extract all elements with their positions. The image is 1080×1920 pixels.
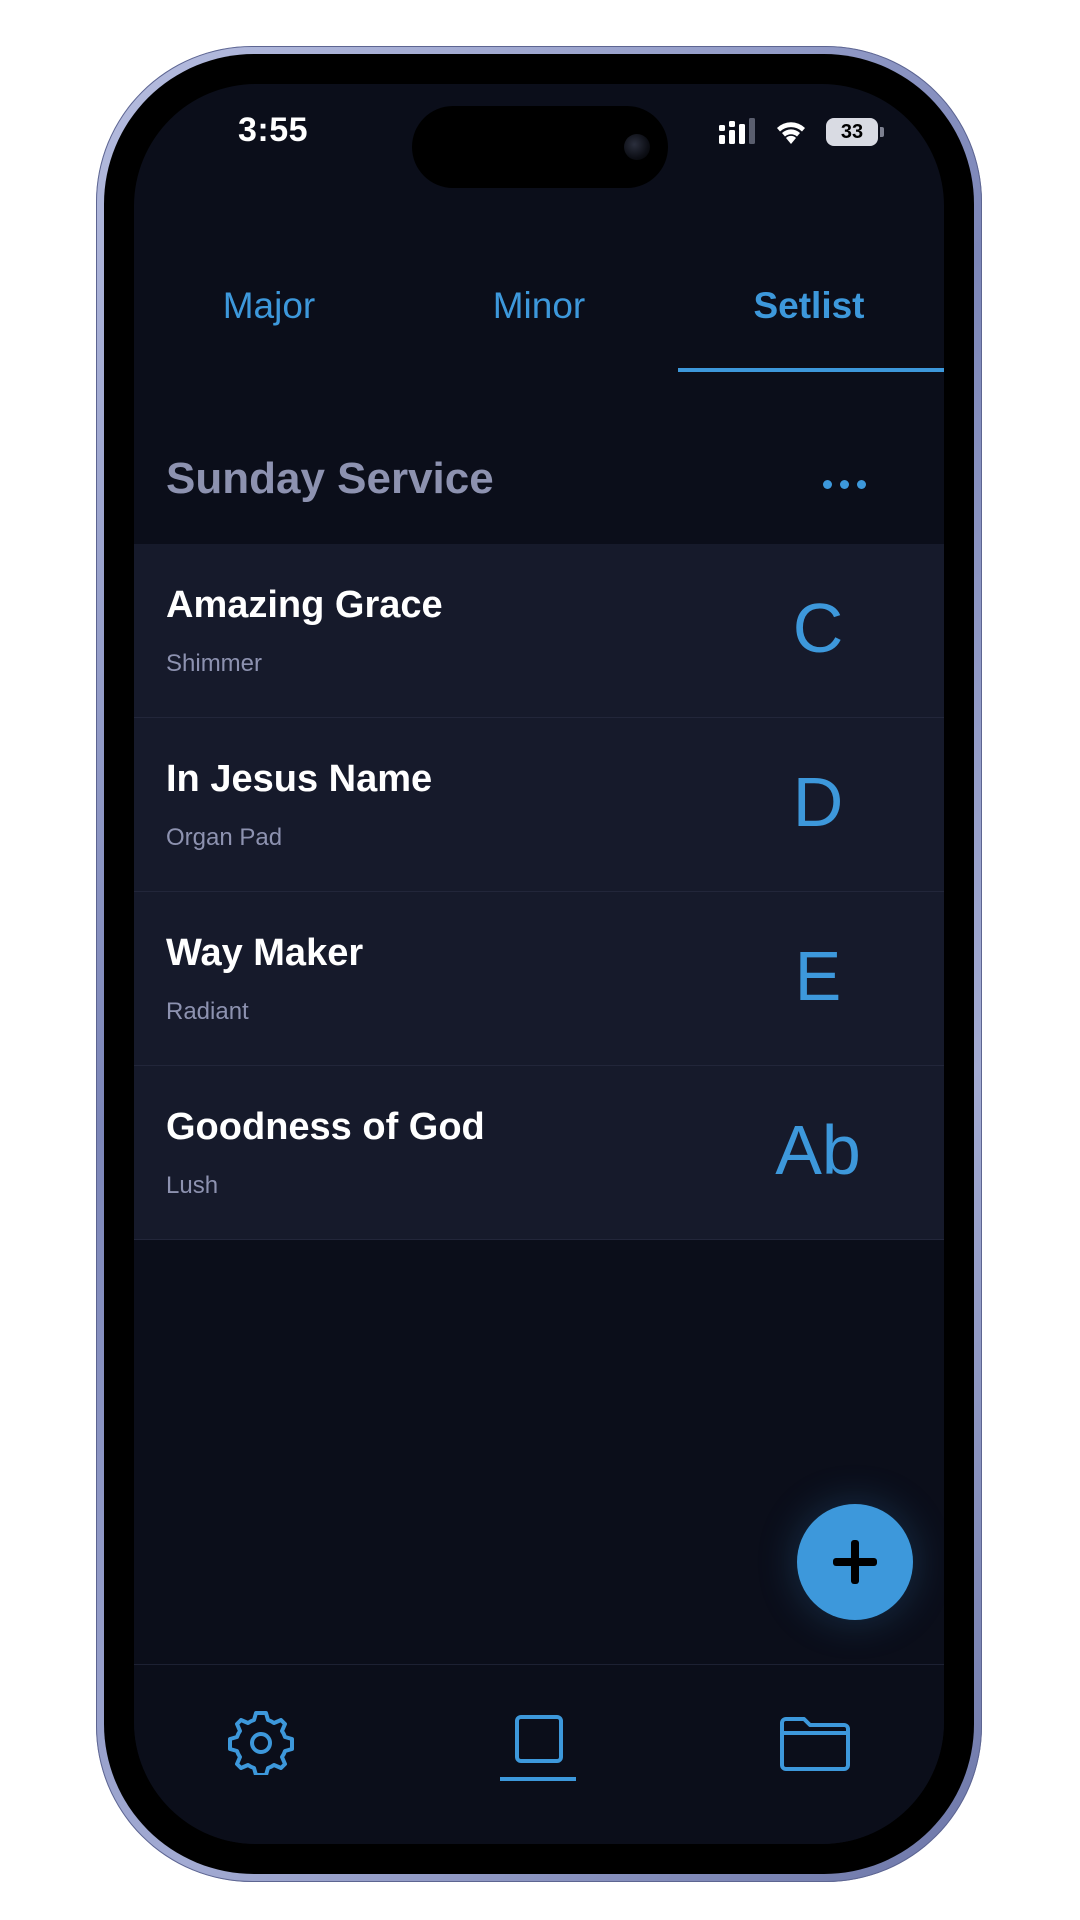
tab-setlist[interactable]: Setlist <box>674 264 944 374</box>
plus-icon <box>833 1540 877 1584</box>
battery-icon: 33 <box>826 118 878 146</box>
song-sound: Lush <box>166 1172 219 1199</box>
song-row[interactable]: Goodness of God Lush Ab <box>134 1066 944 1240</box>
song-sound: Organ Pad <box>166 824 283 851</box>
ellipsis-icon-dot <box>839 479 849 489</box>
song-list: Amazing Grace Shimmer C In Jesus Name Or… <box>134 544 944 1240</box>
song-row[interactable]: Amazing Grace Shimmer C <box>134 544 944 718</box>
ellipsis-icon-dot <box>856 479 866 489</box>
front-camera <box>624 134 650 160</box>
active-nav-indicator <box>500 1777 576 1781</box>
gear-icon <box>228 1711 294 1775</box>
nav-chords[interactable] <box>489 1695 589 1785</box>
song-key: Ab <box>775 1111 861 1189</box>
song-title: Goodness of God <box>166 1106 485 1148</box>
app-screen: 3:55 33 Major Minor Setlist Sunday Servi… <box>134 84 944 1844</box>
status-bar: 3:55 33 <box>134 84 944 194</box>
ellipsis-icon <box>822 479 832 489</box>
folder-icon <box>780 1717 850 1771</box>
setlist-header: Sunday Service <box>134 424 944 544</box>
add-song-button[interactable] <box>797 1504 913 1620</box>
song-title: In Jesus Name <box>166 758 433 800</box>
song-key: C <box>792 589 844 667</box>
song-key: D <box>792 763 844 841</box>
bottom-nav <box>134 1664 944 1844</box>
battery-tip <box>880 127 884 137</box>
more-options-button[interactable] <box>814 454 874 514</box>
key-mode-tabs: Major Minor Setlist <box>134 264 944 374</box>
setlist-title[interactable]: Sunday Service <box>166 454 494 504</box>
wifi-icon <box>777 122 805 144</box>
tab-minor[interactable]: Minor <box>404 264 674 374</box>
status-icons: 33 <box>718 116 898 156</box>
tab-major[interactable]: Major <box>134 264 404 374</box>
status-time: 3:55 <box>238 111 309 149</box>
song-row[interactable]: In Jesus Name Organ Pad D <box>134 718 944 892</box>
square-icon <box>515 1715 563 1763</box>
nav-library[interactable] <box>766 1695 866 1785</box>
song-title: Way Maker <box>166 932 364 974</box>
active-tab-indicator <box>678 368 944 372</box>
song-sound: Shimmer <box>166 650 263 677</box>
cellular-signal-icon <box>719 118 755 144</box>
song-row[interactable]: Way Maker Radiant E <box>134 892 944 1066</box>
song-key: E <box>794 937 842 1015</box>
song-sound: Radiant <box>166 998 249 1025</box>
song-title: Amazing Grace <box>166 584 443 626</box>
nav-settings[interactable] <box>211 1695 311 1785</box>
